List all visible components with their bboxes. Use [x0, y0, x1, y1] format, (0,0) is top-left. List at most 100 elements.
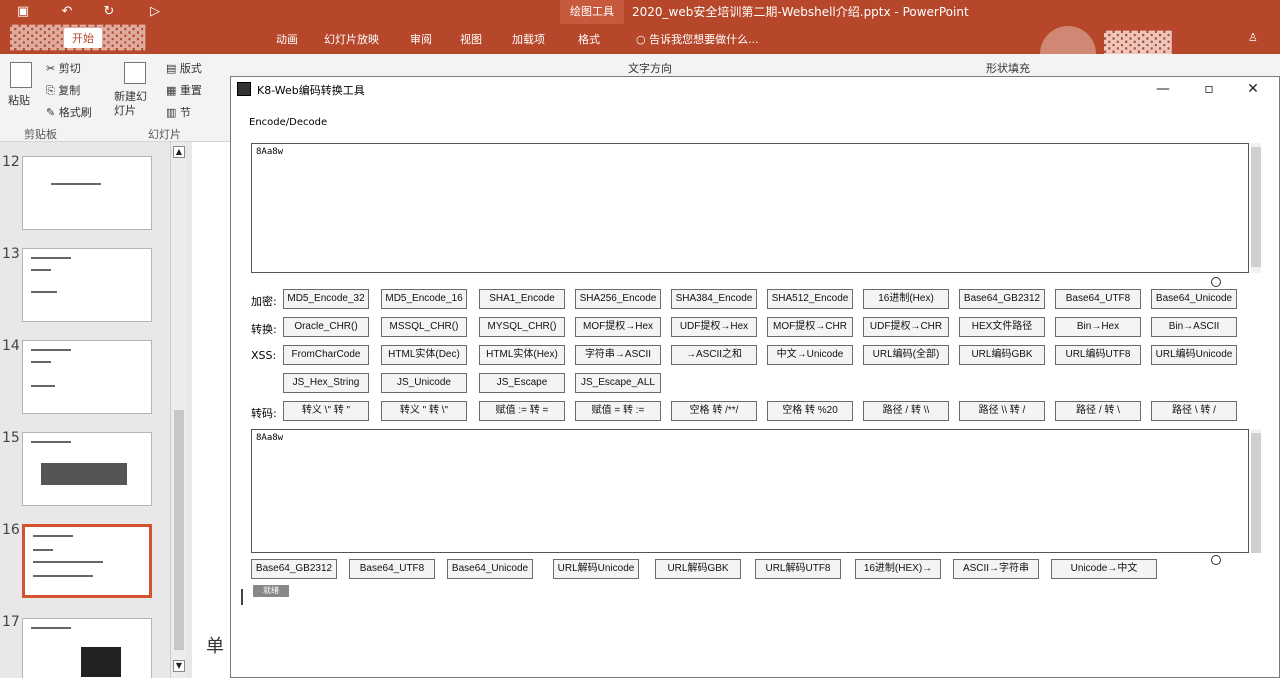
tab-home[interactable]: 开始: [64, 28, 102, 48]
slide-thumbnail[interactable]: [22, 432, 152, 506]
save-icon[interactable]: ▣: [14, 3, 32, 21]
btn-decode-base64-gb2312[interactable]: Base64_GB2312: [251, 559, 337, 579]
resize-handle[interactable]: [1211, 555, 1221, 565]
slide-thumbnail-selected[interactable]: [22, 524, 152, 598]
btn-udf-hex[interactable]: UDF提权→Hex: [671, 317, 757, 337]
btn-md5-16[interactable]: MD5_Encode_16: [381, 289, 467, 309]
btn-mof-hex[interactable]: MOF提权→Hex: [575, 317, 661, 337]
btn-url-encode-unicode[interactable]: URL编码Unicode: [1151, 345, 1237, 365]
input-scrollbar[interactable]: [1251, 143, 1261, 273]
text-direction-button[interactable]: 文字方向: [628, 60, 672, 76]
output-textarea[interactable]: 8Aa8w: [251, 429, 1249, 553]
btn-chinese-unicode[interactable]: 中文→Unicode: [767, 345, 853, 365]
scrollbar-thumb[interactable]: [1251, 147, 1261, 267]
undo-icon[interactable]: ↶: [58, 3, 76, 21]
slide-thumbnail[interactable]: [22, 340, 152, 414]
output-scrollbar[interactable]: [1251, 429, 1261, 553]
btn-escape-quote-1[interactable]: 转义 \" 转 ": [283, 401, 369, 421]
maximize-icon[interactable]: ▫: [1199, 79, 1219, 99]
btn-hex-filepath[interactable]: HEX文件路径: [959, 317, 1045, 337]
cut-button[interactable]: ✂ 剪切: [46, 60, 81, 76]
btn-base64-unicode[interactable]: Base64_Unicode: [1151, 289, 1237, 309]
tab-animations[interactable]: 动画: [276, 31, 298, 47]
btn-bin-ascii[interactable]: Bin→ASCII: [1151, 317, 1237, 337]
btn-unicode-chinese[interactable]: Unicode→中文: [1051, 559, 1157, 579]
minimize-icon[interactable]: —: [1153, 79, 1173, 99]
redo-icon[interactable]: ↻: [100, 3, 118, 21]
scrollbar-thumb[interactable]: [1251, 433, 1261, 553]
btn-mysql-chr[interactable]: MYSQL_CHR(): [479, 317, 565, 337]
tab-addins[interactable]: 加载项: [512, 31, 545, 47]
btn-base64-utf8[interactable]: Base64_UTF8: [1055, 289, 1141, 309]
btn-path-2[interactable]: 路径 \\ 转 /: [959, 401, 1045, 421]
shape-fill-button[interactable]: 形状填充: [986, 60, 1030, 76]
btn-path-3[interactable]: 路径 / 转 \: [1055, 401, 1141, 421]
btn-oracle-chr[interactable]: Oracle_CHR(): [283, 317, 369, 337]
btn-js-escape[interactable]: JS_Escape: [479, 373, 565, 393]
btn-js-unicode[interactable]: JS_Unicode: [381, 373, 467, 393]
btn-url-encode-utf8[interactable]: URL编码UTF8: [1055, 345, 1141, 365]
btn-html-dec[interactable]: HTML实体(Dec): [381, 345, 467, 365]
btn-space-percent20[interactable]: 空格 转 %20: [767, 401, 853, 421]
tell-me-search[interactable]: ○ 告诉我您想要做什么...: [636, 31, 759, 47]
slide-thumbnail[interactable]: [22, 248, 152, 322]
btn-udf-chr[interactable]: UDF提权→CHR: [863, 317, 949, 337]
btn-hex-decode[interactable]: 16进制(HEX)→: [855, 559, 941, 579]
reset-button[interactable]: ▦ 重置: [166, 82, 202, 98]
copy-button[interactable]: ⎘ 复制: [46, 82, 80, 98]
btn-ascii-sum[interactable]: →ASCII之和: [671, 345, 757, 365]
input-textarea[interactable]: 8Aa8w: [251, 143, 1249, 273]
app-icon: [237, 82, 251, 96]
tab-view[interactable]: 视图: [460, 31, 482, 47]
new-slide-button[interactable]: 新建幻灯片: [114, 90, 154, 118]
btn-ascii-string[interactable]: ASCII→字符串: [953, 559, 1039, 579]
close-icon[interactable]: ✕: [1243, 79, 1263, 99]
btn-fromcharcode[interactable]: FromCharCode: [283, 345, 369, 365]
format-painter-button[interactable]: ✎ 格式刷: [46, 104, 92, 120]
btn-url-decode-gbk[interactable]: URL解码GBK: [655, 559, 741, 579]
btn-url-encode-gbk[interactable]: URL编码GBK: [959, 345, 1045, 365]
btn-bin-hex[interactable]: Bin→Hex: [1055, 317, 1141, 337]
btn-sha512[interactable]: SHA512_Encode: [767, 289, 853, 309]
paste-button[interactable]: 粘贴: [8, 92, 30, 108]
paste-icon[interactable]: [10, 62, 32, 88]
btn-hex[interactable]: 16进制(Hex): [863, 289, 949, 309]
slide-thumbnail[interactable]: [22, 156, 152, 230]
tab-format[interactable]: 格式: [578, 31, 600, 47]
tab-review[interactable]: 审阅: [410, 31, 432, 47]
btn-url-encode-all[interactable]: URL编码(全部): [863, 345, 949, 365]
section-button[interactable]: ▥ 节: [166, 104, 191, 120]
start-from-beginning-icon[interactable]: ▷: [146, 3, 164, 21]
btn-string-ascii[interactable]: 字符串→ASCII: [575, 345, 661, 365]
btn-decode-base64-unicode[interactable]: Base64_Unicode: [447, 559, 533, 579]
btn-mssql-chr[interactable]: MSSQL_CHR(): [381, 317, 467, 337]
btn-js-hex-string[interactable]: JS_Hex_String: [283, 373, 369, 393]
slide-thumbnail[interactable]: [22, 618, 152, 678]
resize-handle[interactable]: [1211, 277, 1221, 287]
btn-decode-base64-utf8[interactable]: Base64_UTF8: [349, 559, 435, 579]
scroll-up-icon[interactable]: ▲: [173, 146, 185, 158]
btn-js-escape-all[interactable]: JS_Escape_ALL: [575, 373, 661, 393]
btn-sha256[interactable]: SHA256_Encode: [575, 289, 661, 309]
btn-sha1[interactable]: SHA1_Encode: [479, 289, 565, 309]
btn-base64-gb2312[interactable]: Base64_GB2312: [959, 289, 1045, 309]
account-icon[interactable]: ♙: [1248, 31, 1258, 44]
btn-md5-32[interactable]: MD5_Encode_32: [283, 289, 369, 309]
btn-html-hex[interactable]: HTML实体(Hex): [479, 345, 565, 365]
btn-path-1[interactable]: 路径 / 转 \\: [863, 401, 949, 421]
new-slide-icon[interactable]: [124, 62, 146, 84]
btn-path-4[interactable]: 路径 \ 转 /: [1151, 401, 1237, 421]
btn-assign-2[interactable]: 赋值 = 转 :=: [575, 401, 661, 421]
btn-url-decode-utf8[interactable]: URL解码UTF8: [755, 559, 841, 579]
btn-sha384[interactable]: SHA384_Encode: [671, 289, 757, 309]
tab-slideshow[interactable]: 幻灯片放映: [324, 31, 379, 47]
scrollbar-thumb[interactable]: [174, 410, 184, 650]
btn-mof-chr[interactable]: MOF提权→CHR: [767, 317, 853, 337]
btn-assign-1[interactable]: 赋值 := 转 =: [479, 401, 565, 421]
scroll-down-icon[interactable]: ▼: [173, 660, 185, 672]
thumbnails-scrollbar[interactable]: ▲ ▼: [170, 142, 186, 678]
btn-escape-quote-2[interactable]: 转义 " 转 \": [381, 401, 467, 421]
btn-url-decode-unicode[interactable]: URL解码Unicode: [553, 559, 639, 579]
layout-button[interactable]: ▤ 版式: [166, 60, 202, 76]
btn-space-comment[interactable]: 空格 转 /**/: [671, 401, 757, 421]
